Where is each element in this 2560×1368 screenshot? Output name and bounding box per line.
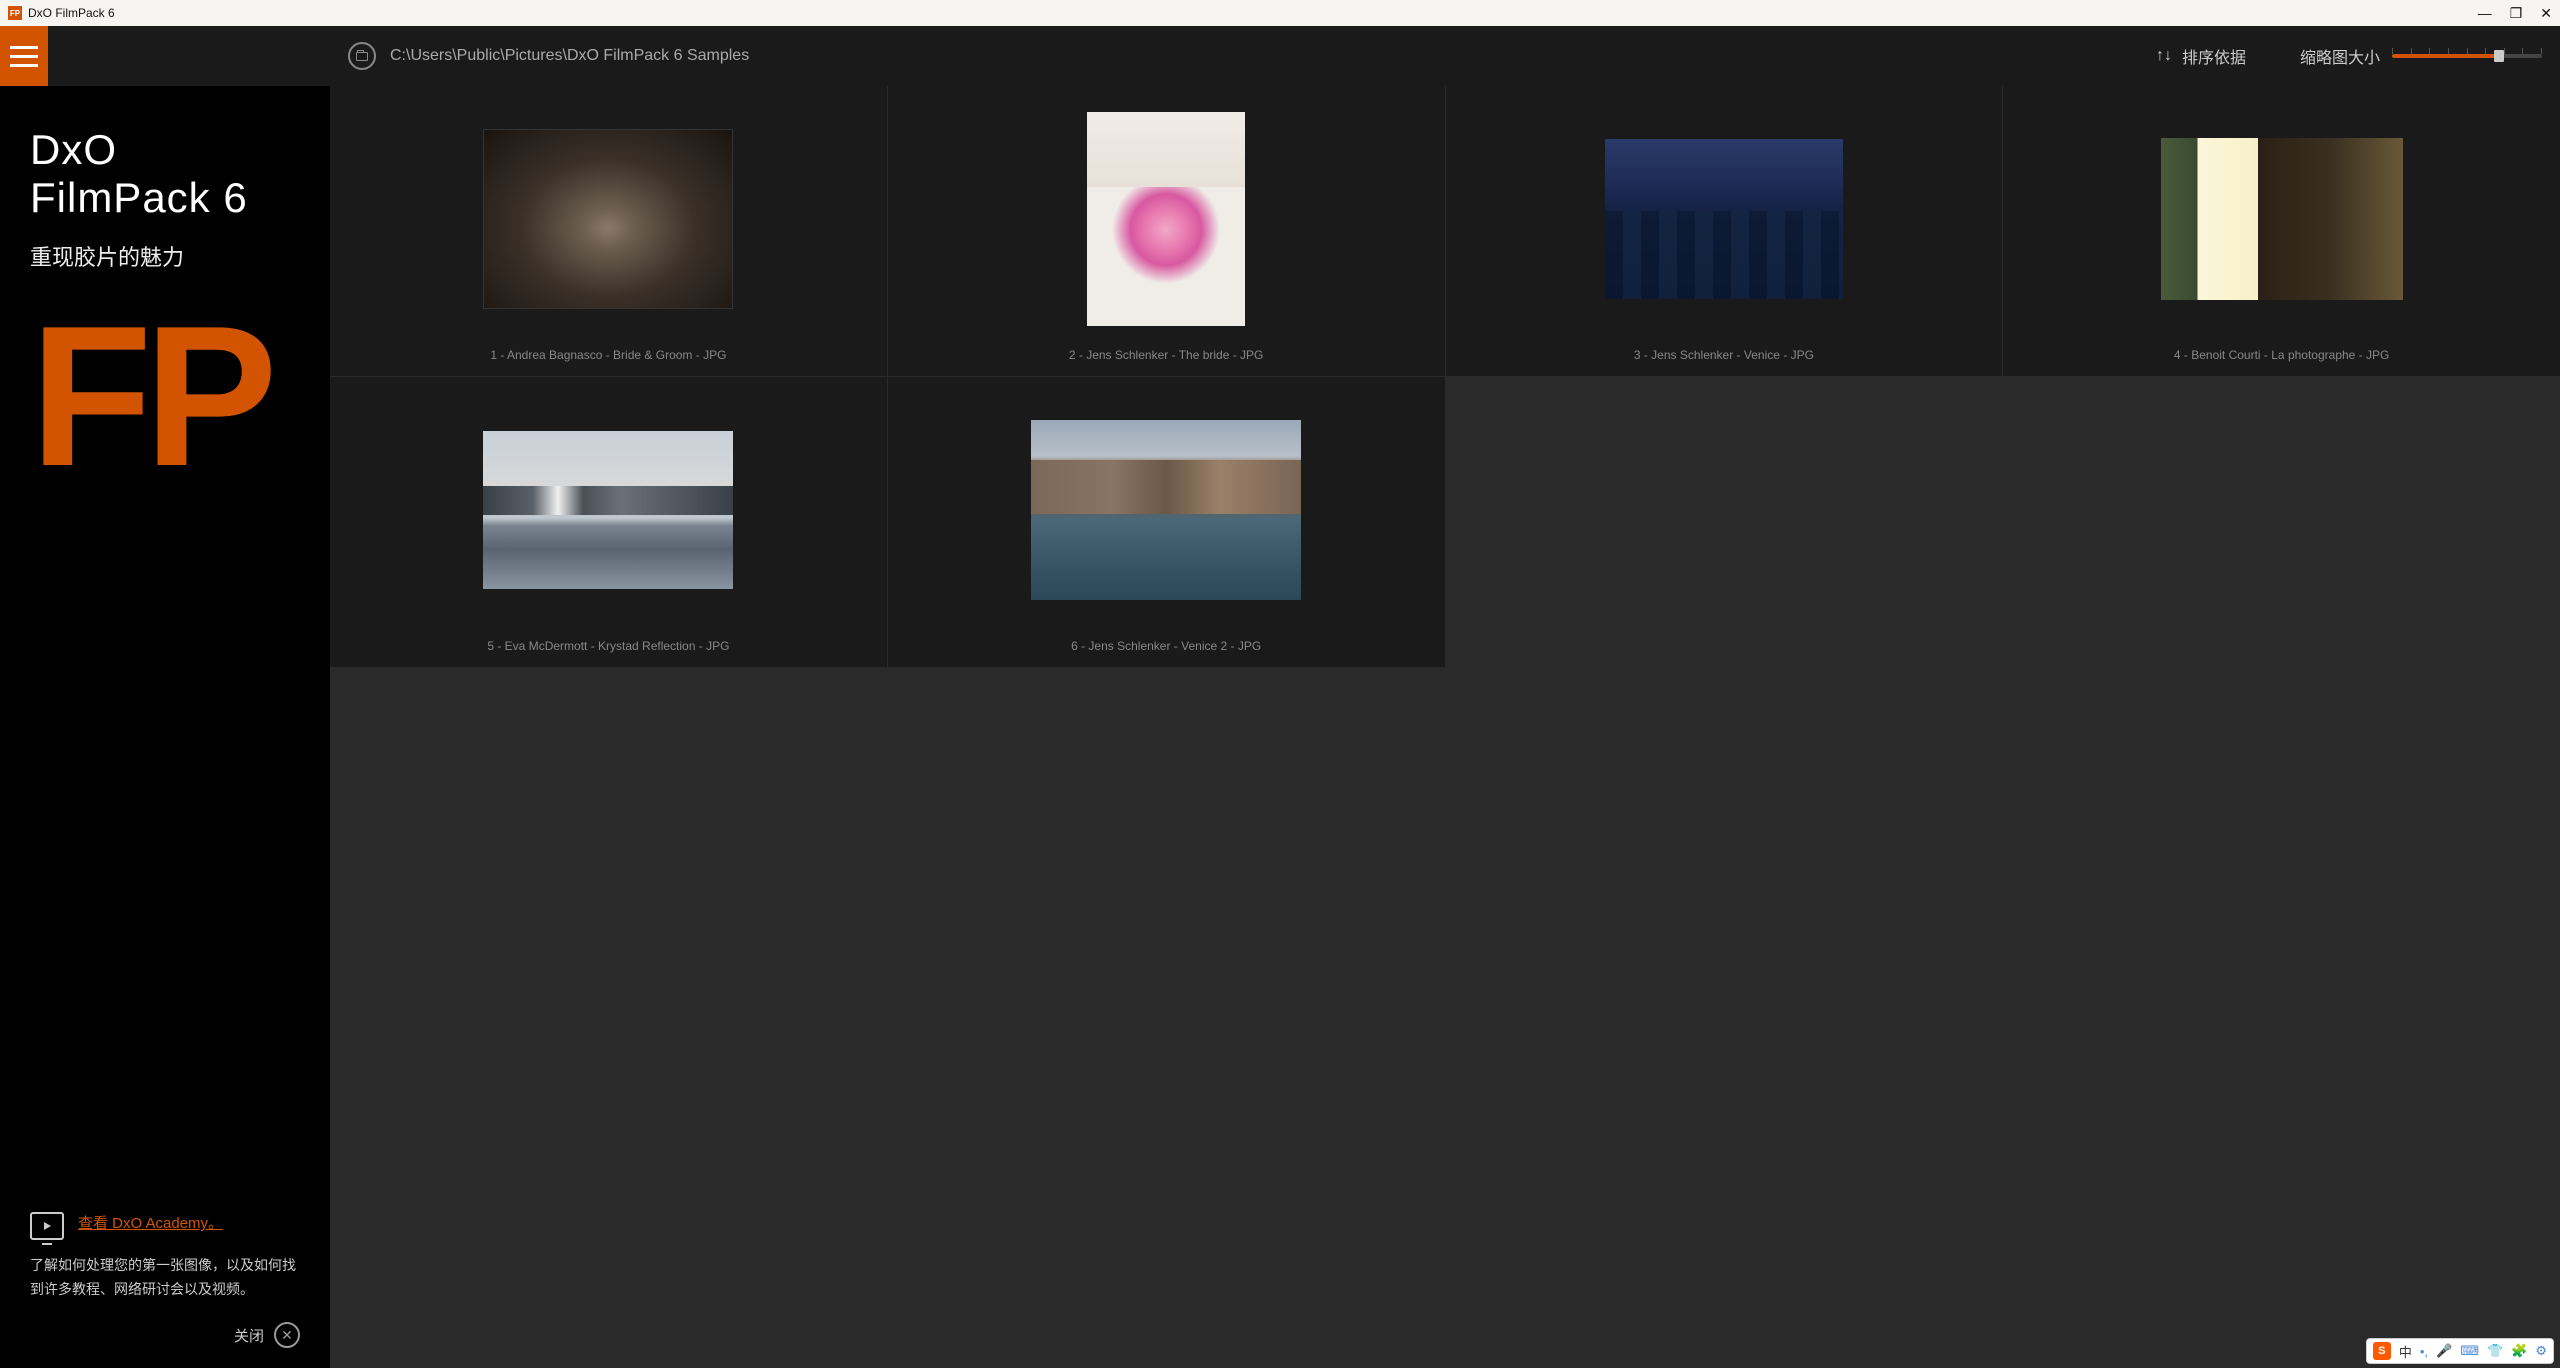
sort-icon: ↑↓ bbox=[2156, 47, 2172, 65]
monitor-icon bbox=[30, 1212, 64, 1240]
close-panel-button[interactable]: ✕ bbox=[274, 1322, 300, 1348]
folder-icon[interactable] bbox=[348, 42, 376, 70]
thumbnail-grid: 1 - Andrea Bagnasco - Bride & Groom - JP… bbox=[330, 86, 2560, 1368]
thumbnail-item[interactable]: 6 - Jens Schlenker - Venice 2 - JPG bbox=[888, 377, 1445, 667]
thumbnail-image bbox=[1031, 420, 1301, 600]
brand-line1: DxO bbox=[30, 126, 300, 174]
thumbnail-caption: 4 - Benoit Courti - La photographe - JPG bbox=[2174, 348, 2389, 362]
brand-mark: FP bbox=[0, 312, 330, 482]
thumbnail-item[interactable]: 2 - Jens Schlenker - The bride - JPG bbox=[888, 86, 1445, 376]
app-icon: FP bbox=[8, 6, 22, 20]
toolbar: C:\Users\Public\Pictures\DxO FilmPack 6 … bbox=[330, 26, 2560, 86]
sidebar: DxO FilmPack 6 重现胶片的魅力 FP 查看 DxO Academy… bbox=[0, 26, 330, 1368]
thumbnail-caption: 3 - Jens Schlenker - Venice - JPG bbox=[1634, 348, 1814, 362]
minimize-button[interactable]: — bbox=[2478, 5, 2492, 22]
academy-link[interactable]: 查看 DxO Academy。 bbox=[78, 1212, 223, 1236]
ime-logo-icon: S bbox=[2373, 1342, 2391, 1360]
slider-thumb[interactable] bbox=[2494, 50, 2504, 62]
ime-skin-icon[interactable]: 👕 bbox=[2487, 1343, 2503, 1359]
thumbnail-image bbox=[1087, 112, 1245, 326]
close-window-button[interactable]: ✕ bbox=[2540, 5, 2552, 22]
thumbnail-item[interactable]: 5 - Eva McDermott - Krystad Reflection -… bbox=[330, 377, 887, 667]
menu-button[interactable] bbox=[0, 26, 48, 86]
ime-mic-icon[interactable]: 🎤 bbox=[2436, 1343, 2452, 1359]
thumbnail-item[interactable]: 3 - Jens Schlenker - Venice - JPG bbox=[1446, 86, 2003, 376]
thumbnail-image bbox=[483, 129, 733, 309]
ime-tray[interactable]: S 中 •, 🎤 ⌨ 👕 🧩 ⚙ bbox=[2366, 1338, 2554, 1364]
brand-tagline: 重现胶片的魅力 bbox=[30, 240, 300, 272]
sort-by-button[interactable]: ↑↓ 排序依据 bbox=[2156, 44, 2246, 68]
thumbnail-image bbox=[483, 431, 733, 589]
thumbnail-caption: 5 - Eva McDermott - Krystad Reflection -… bbox=[487, 639, 729, 653]
ime-toolbox-icon[interactable]: 🧩 bbox=[2511, 1343, 2527, 1359]
maximize-button[interactable]: ❐ bbox=[2510, 5, 2523, 22]
thumbnail-item[interactable]: 4 - Benoit Courti - La photographe - JPG bbox=[2003, 86, 2560, 376]
close-panel-label: 关闭 bbox=[234, 1325, 264, 1346]
breadcrumb-path[interactable]: C:\Users\Public\Pictures\DxO FilmPack 6 … bbox=[390, 47, 2142, 65]
thumbnail-caption: 1 - Andrea Bagnasco - Bride & Groom - JP… bbox=[490, 348, 726, 362]
thumbnail-size-slider[interactable] bbox=[2392, 54, 2542, 58]
thumbnail-image bbox=[2161, 138, 2403, 300]
ime-punct-icon[interactable]: •, bbox=[2420, 1344, 2428, 1359]
academy-description: 了解如何处理您的第一张图像，以及如何找到许多教程、网络研讨会以及视频。 bbox=[30, 1254, 300, 1302]
thumbnail-caption: 2 - Jens Schlenker - The bride - JPG bbox=[1069, 348, 1264, 362]
ime-settings-icon[interactable]: ⚙ bbox=[2535, 1343, 2547, 1359]
thumbnail-caption: 6 - Jens Schlenker - Venice 2 - JPG bbox=[1071, 639, 1261, 653]
brand-line2: FilmPack 6 bbox=[30, 174, 300, 222]
title-bar: FP DxO FilmPack 6 — ❐ ✕ bbox=[0, 0, 2560, 26]
thumbnail-size-label: 缩略图大小 bbox=[2300, 44, 2380, 68]
window-title: DxO FilmPack 6 bbox=[28, 6, 2478, 20]
ime-lang[interactable]: 中 bbox=[2399, 1342, 2412, 1361]
sort-label: 排序依据 bbox=[2182, 44, 2246, 68]
ime-keyboard-icon[interactable]: ⌨ bbox=[2460, 1343, 2479, 1359]
brand-block: DxO FilmPack 6 重现胶片的魅力 bbox=[0, 86, 330, 292]
thumbnail-item[interactable]: 1 - Andrea Bagnasco - Bride & Groom - JP… bbox=[330, 86, 887, 376]
thumbnail-image bbox=[1605, 139, 1843, 299]
